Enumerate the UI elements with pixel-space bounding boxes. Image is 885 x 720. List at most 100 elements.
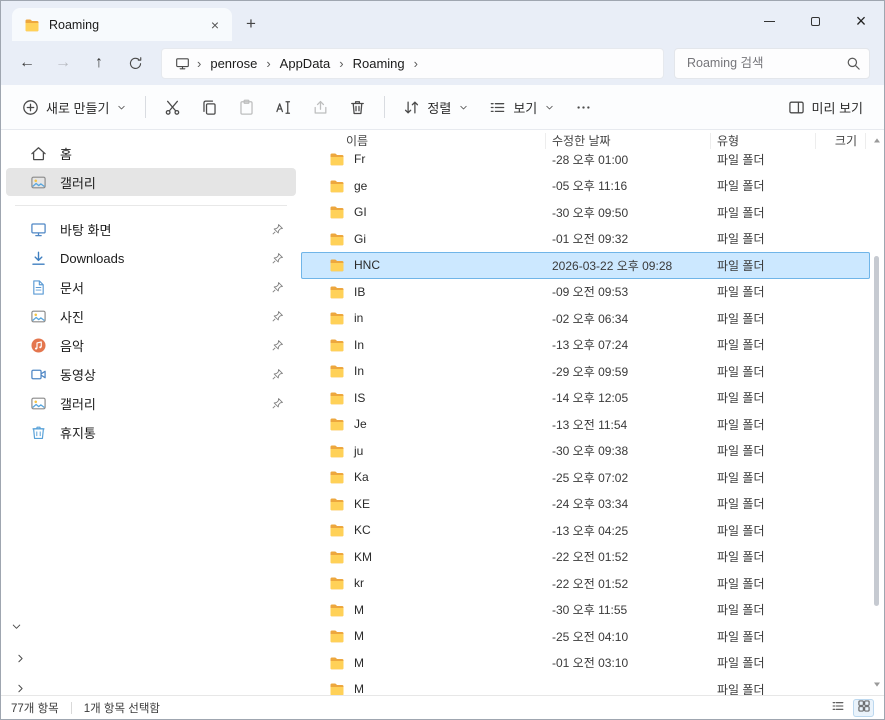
search-input[interactable] <box>674 48 870 79</box>
file-row[interactable]: KC-13 오후 04:25파일 폴더 <box>301 517 870 544</box>
forward-button[interactable]: → <box>45 46 81 80</box>
file-type: 파일 폴더 <box>711 416 816 433</box>
paste-button[interactable] <box>229 90 264 124</box>
status-bar: 77개 항목 1개 항목 선택함 <box>1 695 884 719</box>
selection-count: 1개 항목 선택함 <box>84 700 160 716</box>
close-button[interactable]: × <box>838 1 884 41</box>
pin-icon <box>271 281 284 294</box>
breadcrumb-item-roaming[interactable]: Roaming <box>345 53 413 74</box>
column-header-name[interactable]: 이름 <box>301 133 546 149</box>
back-button[interactable]: ← <box>9 46 45 80</box>
file-row[interactable]: IS-14 오후 12:05파일 폴더 <box>301 385 870 412</box>
sidebar-item-desktop[interactable]: 바탕 화면 <box>6 215 296 243</box>
folder-icon <box>329 363 345 379</box>
file-row[interactable]: GI-30 오후 09:50파일 폴더 <box>301 199 870 226</box>
sidebar-item-gallery-2[interactable]: 갤러리 <box>6 389 296 417</box>
breadcrumb[interactable]: › penrose › AppData › Roaming › <box>161 48 664 79</box>
file-row[interactable]: M파일 폴더 <box>301 676 870 695</box>
file-row[interactable]: ge-05 오후 11:16파일 폴더 <box>301 173 870 200</box>
scrollbar-thumb[interactable] <box>874 256 879 606</box>
tab-close-icon[interactable]: × <box>206 16 224 34</box>
scroll-down-icon[interactable] <box>871 678 883 690</box>
details-view-button[interactable] <box>827 699 848 717</box>
file-name: KE <box>354 497 370 511</box>
file-row[interactable]: M-01 오전 03:10파일 폴더 <box>301 650 870 677</box>
file-row[interactable]: KM-22 오전 01:52파일 폴더 <box>301 544 870 571</box>
tree-expand-chevron-icon[interactable] <box>10 620 24 634</box>
file-row[interactable]: KE-24 오후 03:34파일 폴더 <box>301 491 870 518</box>
new-button[interactable]: 새로 만들기 <box>13 90 136 124</box>
file-row[interactable]: M-25 오전 04:10파일 폴더 <box>301 623 870 650</box>
pin-icon <box>271 310 284 323</box>
share-button[interactable] <box>303 90 338 124</box>
file-row[interactable]: kr-22 오전 01:52파일 폴더 <box>301 570 870 597</box>
file-row[interactable]: HNC2026-03-22 오후 09:28파일 폴더 <box>301 252 870 279</box>
file-row[interactable]: IB-09 오전 09:53파일 폴더 <box>301 279 870 306</box>
file-row[interactable]: Ka-25 오후 07:02파일 폴더 <box>301 464 870 491</box>
file-modified-date: -22 오전 01:52 <box>546 575 711 592</box>
file-row[interactable]: Je-13 오전 11:54파일 폴더 <box>301 411 870 438</box>
new-tab-button[interactable]: + <box>236 9 266 39</box>
vertical-scrollbar[interactable] <box>871 132 883 693</box>
more-options-button[interactable] <box>566 90 601 124</box>
sidebar-item-videos[interactable]: 동영상 <box>6 360 296 388</box>
file-row[interactable]: Fr-28 오후 01:00파일 폴더 <box>301 152 870 173</box>
sort-button[interactable]: 정렬 <box>394 90 478 124</box>
view-button[interactable]: 보기 <box>480 90 564 124</box>
scroll-up-icon[interactable] <box>871 135 883 147</box>
file-modified-date: -13 오후 07:24 <box>546 336 711 353</box>
column-header-modified[interactable]: 수정한 날짜 <box>546 133 711 149</box>
preview-button[interactable]: 미리 보기 <box>779 90 872 124</box>
sidebar-item-pictures[interactable]: 사진 <box>6 302 296 330</box>
up-button[interactable]: ↑ <box>81 46 117 80</box>
sidebar-item-downloads[interactable]: Downloads <box>6 244 296 272</box>
refresh-icon <box>128 56 143 71</box>
folder-icon <box>329 416 345 432</box>
sidebar-item-gallery[interactable]: 갤러리 <box>6 168 296 196</box>
file-row[interactable]: Gi-01 오전 09:32파일 폴더 <box>301 226 870 253</box>
file-name-cell: ge <box>301 178 546 194</box>
refresh-button[interactable] <box>117 46 153 80</box>
large-icons-view-button[interactable] <box>853 699 874 717</box>
file-list: Fr-28 오후 01:00파일 폴더ge-05 오후 11:16파일 폴더GI… <box>301 152 870 695</box>
folder-icon <box>329 681 345 695</box>
trash-icon <box>349 99 366 116</box>
delete-button[interactable] <box>340 90 375 124</box>
file-row[interactable]: In-13 오후 07:24파일 폴더 <box>301 332 870 359</box>
tree-collapse-chevron-icon[interactable] <box>14 682 28 695</box>
minimize-button[interactable] <box>746 1 792 41</box>
chevron-down-icon <box>544 102 555 113</box>
cut-button[interactable] <box>155 90 190 124</box>
file-modified-date: -30 오후 11:55 <box>546 601 711 618</box>
plus-icon <box>22 99 39 116</box>
file-name: M <box>354 682 364 695</box>
sidebar-item-music[interactable]: 음악 <box>6 331 296 359</box>
sidebar-item-recycle-bin[interactable]: 휴지통 <box>6 418 296 446</box>
sidebar-item-home[interactable]: 홈 <box>6 139 296 167</box>
tab-roaming[interactable]: Roaming × <box>12 8 232 41</box>
pin-icon <box>271 223 284 236</box>
file-modified-date: 2026-03-22 오후 09:28 <box>546 257 711 274</box>
column-header-size[interactable]: 크기 <box>816 133 866 149</box>
search-box <box>674 48 870 79</box>
folder-icon <box>329 152 345 167</box>
file-row[interactable]: in-02 오후 06:34파일 폴더 <box>301 305 870 332</box>
file-name-cell: Je <box>301 416 546 432</box>
rename-button[interactable] <box>266 90 301 124</box>
file-row[interactable]: ju-30 오후 09:38파일 폴더 <box>301 438 870 465</box>
breadcrumb-item-penrose[interactable]: penrose <box>202 53 265 74</box>
cut-icon <box>164 99 181 116</box>
command-toolbar: 새로 만들기 정렬 보기 미리 보기 <box>1 85 884 130</box>
maximize-button[interactable] <box>792 1 838 41</box>
column-header-type[interactable]: 유형 <box>711 133 816 149</box>
file-type: 파일 폴더 <box>711 204 816 221</box>
file-row[interactable]: M-30 오후 11:55파일 폴더 <box>301 597 870 624</box>
sidebar-item-documents[interactable]: 문서 <box>6 273 296 301</box>
file-name-cell: M <box>301 681 546 695</box>
file-type: 파일 폴더 <box>711 601 816 618</box>
breadcrumb-item-appdata[interactable]: AppData <box>272 53 339 74</box>
tree-collapse-chevron-icon[interactable] <box>14 652 28 666</box>
file-row[interactable]: In-29 오후 09:59파일 폴더 <box>301 358 870 385</box>
file-name-cell: In <box>301 337 546 353</box>
copy-button[interactable] <box>192 90 227 124</box>
